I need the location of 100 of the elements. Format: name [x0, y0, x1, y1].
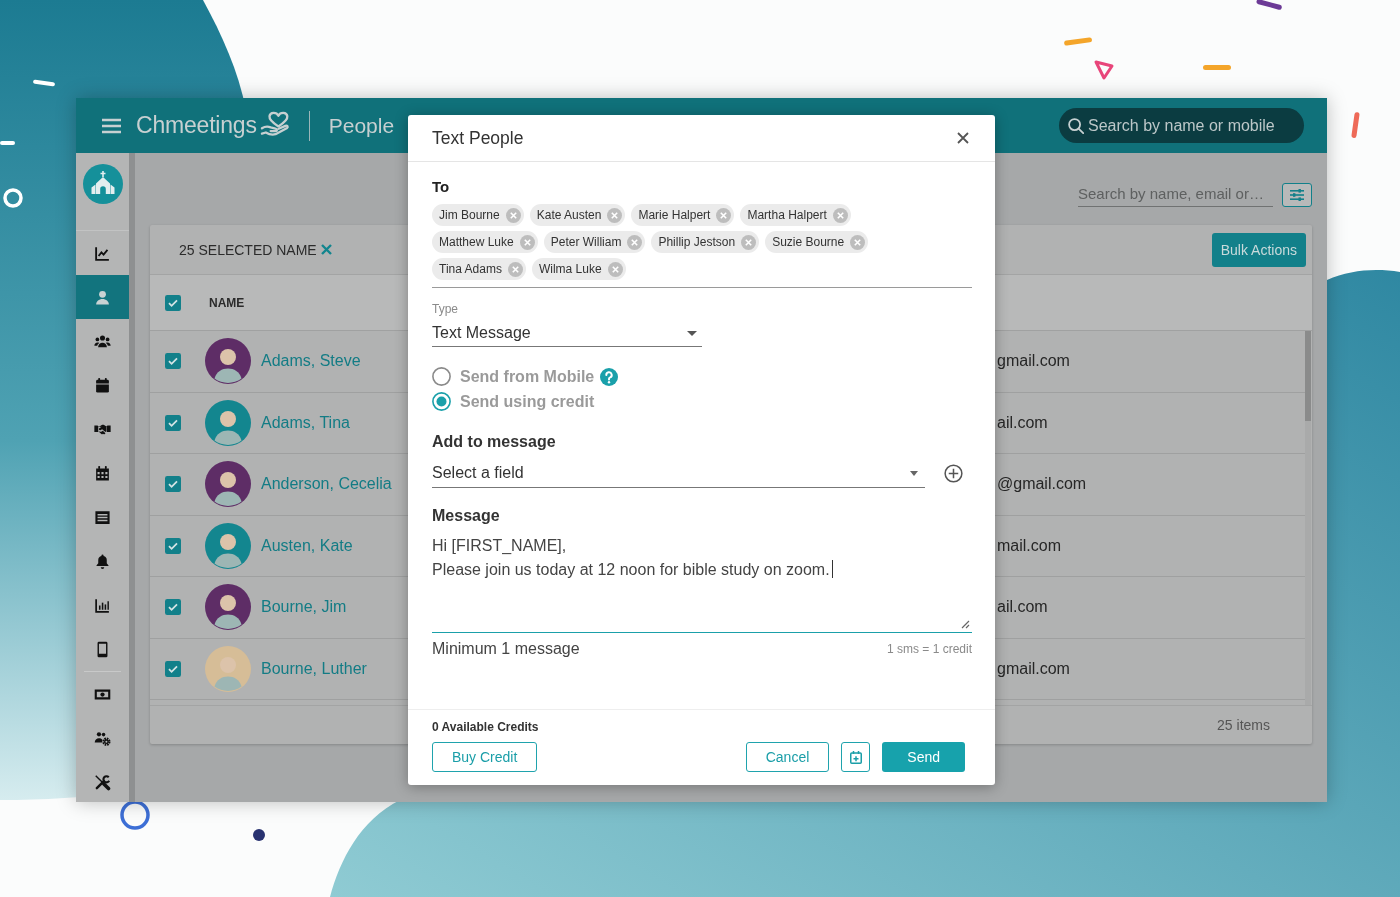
rate-text: 1 sms = 1 credit [886, 641, 972, 658]
column-header[interactable]: NAME [209, 295, 245, 310]
buy-credit-button[interactable]: Buy Credit [432, 742, 538, 772]
schedule-button[interactable] [841, 742, 871, 772]
person-name[interactable]: Adams, Tina [261, 413, 350, 432]
remove-icon[interactable] [741, 234, 757, 250]
recipient-name: Suzie Bourne [772, 235, 845, 249]
radio-label[interactable]: Send from Mobile [460, 367, 595, 386]
recipient-name: Matthew Luke [439, 235, 514, 249]
decor-ring [3, 188, 23, 208]
search-field[interactable]: Search by name or mobile [1059, 108, 1304, 143]
person-name[interactable]: Anderson, Cecelia [261, 475, 392, 494]
help-icon[interactable] [600, 367, 619, 386]
hint-text: Minimum 1 message [432, 640, 580, 658]
decor-ring [120, 800, 150, 830]
remove-icon[interactable] [716, 207, 732, 223]
decor-triangle [1094, 60, 1114, 80]
message-field[interactable]: Hi [FIRST_NAME], Please join us today at 12 noon for bible study on zoom. [432, 534, 972, 633]
send-button[interactable]: Send [882, 742, 965, 772]
person-name[interactable]: Bourne, Luther [261, 659, 367, 678]
decor-dash [1203, 65, 1231, 70]
recipient-name: Martha Halpert [747, 208, 827, 222]
checkbox[interactable] [165, 476, 181, 493]
email-cell: gmail.com [997, 352, 1070, 371]
decor-dot [253, 829, 265, 841]
chart-line-icon [94, 244, 111, 262]
search-icon [1068, 118, 1084, 134]
person-name[interactable]: Bourne, Jim [261, 598, 347, 617]
decor-dash [1351, 111, 1360, 139]
email-cell: ail.com [997, 598, 1048, 617]
person-name[interactable]: Austen, Kate [261, 536, 353, 555]
remove-icon[interactable] [519, 234, 535, 250]
recipient-name: Wilma Luke [538, 262, 602, 276]
calendar-icon [94, 376, 111, 394]
email-cell: gmail.com [997, 659, 1070, 678]
checkbox[interactable] [165, 414, 181, 431]
remove-icon[interactable] [505, 207, 521, 223]
field-label: Type [432, 302, 459, 316]
radio-label[interactable]: Send using credit [460, 392, 595, 411]
close-icon[interactable] [957, 132, 969, 144]
dialog-title: Text People [432, 127, 524, 149]
decor-dash [0, 141, 15, 145]
bell-icon [94, 552, 111, 570]
resize-handle-icon[interactable] [961, 620, 970, 629]
bar-chart-icon [94, 596, 111, 614]
search-field[interactable]: Search by name, email or… [1078, 180, 1273, 207]
remove-icon[interactable] [832, 207, 848, 223]
text-cursor-icon [831, 560, 833, 578]
recipients-field[interactable]: Jim Bourne Kate Austen Marie Halpert Martha Halpert Matthew Luke Peter William Phillip Jestson Suzie Bourne Tina Adams Wilma Luke [432, 204, 972, 288]
type-select[interactable]: Text Message [432, 320, 702, 347]
calendar-plus-icon [849, 750, 862, 764]
users-gear-icon [94, 729, 111, 747]
users-icon [94, 332, 111, 350]
checkbox[interactable] [165, 294, 181, 311]
brand-name: Chmeetings [136, 112, 257, 139]
radio-button[interactable] [432, 392, 451, 411]
recipient-name: Kate Austen [536, 208, 602, 222]
email-cell: @gmail.com [997, 475, 1087, 494]
plus-circle-icon[interactable] [944, 464, 963, 483]
radio-button[interactable] [432, 367, 451, 386]
scrollbar-thumb[interactable] [1305, 331, 1311, 421]
decor-dash [1063, 37, 1093, 46]
checkbox[interactable] [165, 537, 181, 554]
clear-icon[interactable] [320, 244, 332, 255]
tools-icon [94, 773, 111, 791]
email-cell: ail.com [997, 413, 1048, 432]
caret-icon [910, 470, 918, 476]
decor-dash [32, 79, 56, 87]
person-name[interactable]: Adams, Steve [261, 352, 361, 371]
recipient-name: Peter William [550, 235, 622, 249]
item-count: 25 items [1217, 717, 1270, 733]
filter-button[interactable] [1282, 183, 1312, 207]
checkbox[interactable] [165, 599, 181, 616]
menu-icon[interactable] [102, 117, 121, 134]
bulk-actions-button[interactable]: Bulk Actions [1211, 232, 1306, 267]
checkbox[interactable] [165, 660, 181, 677]
recipient-name: Marie Halpert [638, 208, 711, 222]
credit-balance: 0 Available Credits [432, 720, 540, 734]
selection-count: 25 SELECTED NAME [179, 241, 317, 258]
cancel-button[interactable]: Cancel [745, 742, 830, 772]
sliders-icon [1290, 189, 1304, 201]
field-label: To [432, 179, 451, 195]
field-label: Add to message [432, 433, 557, 451]
calendar-grid-icon [94, 464, 111, 482]
user-icon [94, 288, 111, 306]
recipient-name: Tina Adams [439, 262, 502, 276]
page-title: People [328, 113, 395, 138]
remove-icon[interactable] [607, 207, 623, 223]
remove-icon[interactable] [627, 234, 643, 250]
remove-icon[interactable] [507, 261, 523, 277]
checkbox[interactable] [165, 353, 181, 370]
remove-icon[interactable] [607, 261, 623, 277]
list-icon [94, 508, 111, 526]
remove-icon[interactable] [850, 234, 866, 250]
field-select[interactable]: Select a field [432, 459, 925, 488]
church-logo-icon[interactable] [82, 164, 123, 204]
recipient-name: Phillip Jestson [658, 235, 736, 249]
recipient-name: Jim Bourne [439, 208, 500, 222]
field-label: Message [432, 507, 501, 525]
email-cell: mail.com [997, 536, 1061, 555]
